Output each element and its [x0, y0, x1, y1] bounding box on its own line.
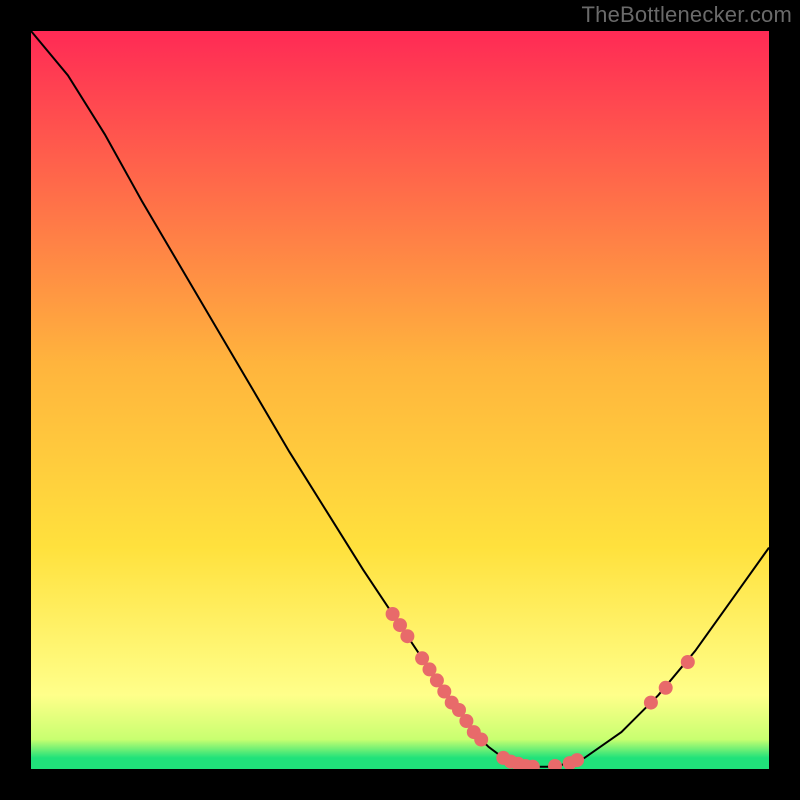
plot-frame	[31, 31, 769, 769]
data-marker	[474, 733, 488, 747]
data-marker	[400, 629, 414, 643]
data-marker	[570, 753, 584, 767]
data-marker	[681, 655, 695, 669]
gradient-background	[31, 31, 769, 769]
data-marker	[659, 681, 673, 695]
data-marker	[644, 696, 658, 710]
bottleneck-chart	[31, 31, 769, 769]
attribution-label: TheBottlenecker.com	[582, 2, 792, 28]
chart-container: TheBottlenecker.com	[0, 0, 800, 800]
